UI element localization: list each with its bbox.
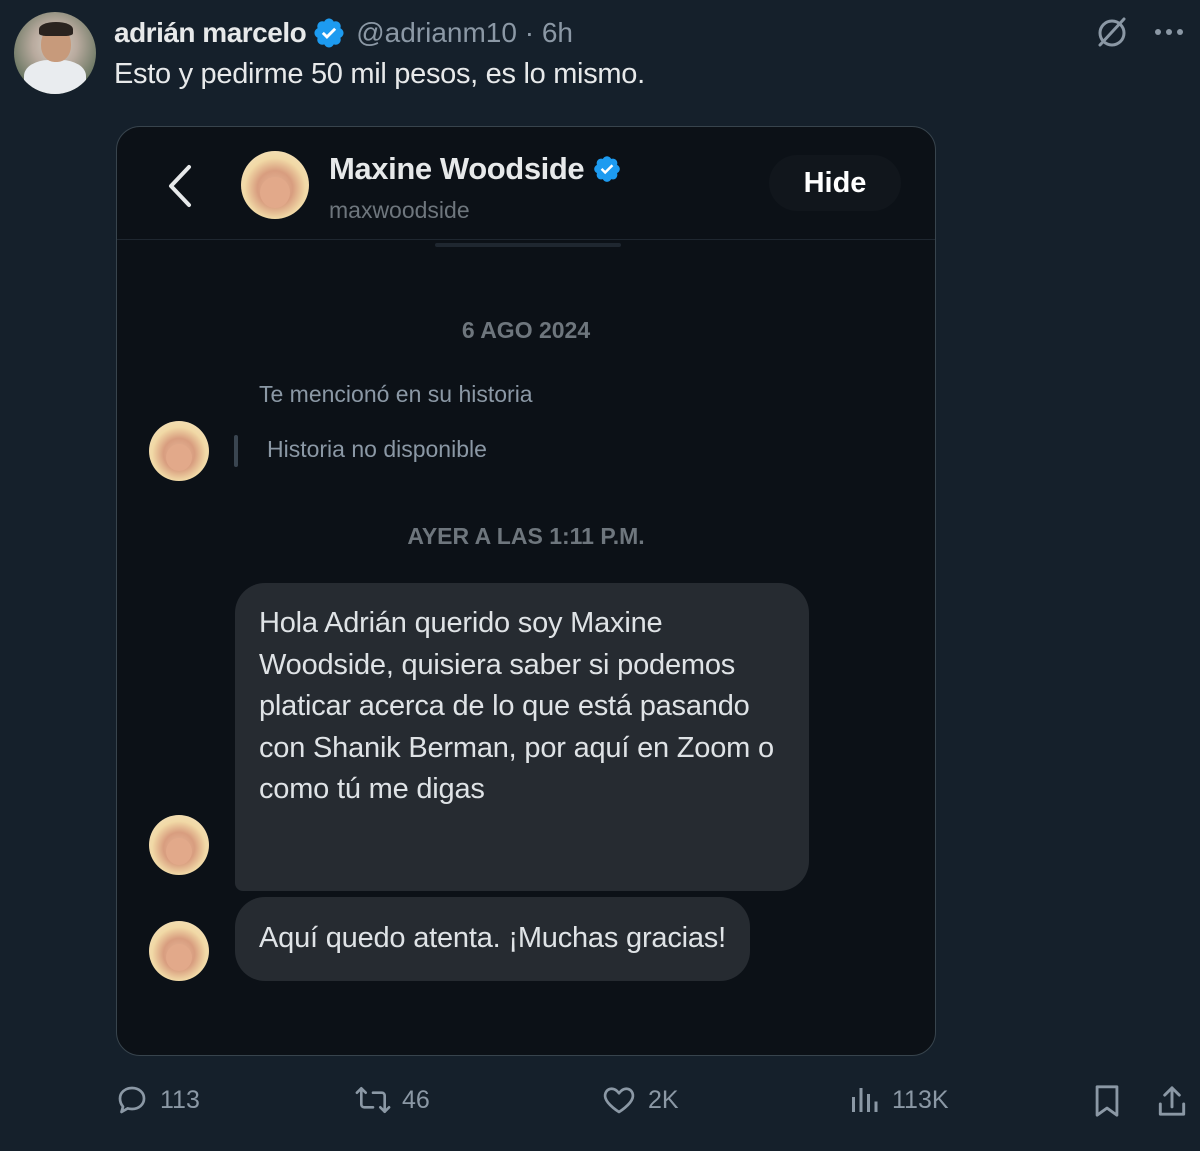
back-arrow-icon[interactable] xyxy=(161,161,201,211)
contact-name[interactable]: Maxine Woodside xyxy=(329,151,585,187)
share-icon xyxy=(1158,1086,1186,1116)
bookmark-button[interactable] xyxy=(1090,1082,1124,1120)
author-avatar[interactable] xyxy=(14,12,96,94)
tweet-text: Esto y pedirme 50 mil pesos, es lo mismo… xyxy=(114,58,645,90)
tweet-actions: 113 46 2K 113K xyxy=(0,1082,1200,1132)
verified-badge-icon xyxy=(594,156,621,182)
repost-button[interactable]: 46 xyxy=(354,1082,430,1118)
date-separator: AYER A LAS 1:11 P.M. xyxy=(407,523,645,549)
message-bubble: Hola Adrián querido soy Maxine Woodside,… xyxy=(235,583,809,891)
message-avatar xyxy=(149,921,209,981)
hide-button[interactable]: Hide xyxy=(769,155,901,211)
author-name[interactable]: adrián marcelo xyxy=(114,17,307,49)
views-button[interactable]: 113K xyxy=(846,1082,949,1118)
like-button[interactable]: 2K xyxy=(600,1082,679,1118)
story-mention-label: Te mencionó en su historia xyxy=(259,381,533,407)
dm-header: Maxine Woodside maxwoodside Hide xyxy=(117,127,935,240)
like-count: 2K xyxy=(648,1085,679,1114)
message-avatar xyxy=(149,421,209,481)
story-reply-bar xyxy=(234,435,238,467)
media-card[interactable]: Maxine Woodside maxwoodside Hide 6 AGO 2… xyxy=(116,126,936,1056)
bookmark-icon xyxy=(1095,1085,1119,1117)
contact-handle: maxwoodside xyxy=(329,197,470,223)
scroll-indicator xyxy=(435,243,621,247)
tweet-time[interactable]: · 6h xyxy=(517,17,573,48)
date-separator: 6 AGO 2024 xyxy=(461,317,591,343)
contact-avatar[interactable] xyxy=(241,151,309,219)
heart-icon xyxy=(603,1087,635,1114)
tweet-header: adrián marcelo @adrianm10 · 6h xyxy=(114,12,573,54)
verified-badge-icon xyxy=(314,18,344,48)
reply-count: 113 xyxy=(160,1085,200,1114)
author-handle[interactable]: @adrianm10 · 6h xyxy=(356,17,573,49)
contact-name-row: Maxine Woodside xyxy=(329,151,622,187)
more-icon[interactable] xyxy=(1152,15,1186,49)
avatar-hair xyxy=(39,22,73,36)
grok-icon[interactable] xyxy=(1094,14,1130,50)
reply-button[interactable]: 113 xyxy=(114,1082,200,1118)
story-unavailable-text: Historia no disponible xyxy=(267,436,487,462)
handle-text[interactable]: @adrianm10 xyxy=(356,17,517,48)
views-icon xyxy=(852,1088,878,1112)
reply-icon xyxy=(118,1086,146,1114)
share-button[interactable] xyxy=(1154,1082,1190,1120)
retweet-icon xyxy=(355,1086,391,1114)
top-right-actions xyxy=(1094,14,1186,50)
message-avatar xyxy=(149,815,209,875)
avatar-shirt xyxy=(24,60,86,94)
view-count: 113K xyxy=(892,1085,949,1114)
message-bubble: Aquí quedo atenta. ¡Muchas gracias! xyxy=(235,897,750,981)
repost-count: 46 xyxy=(402,1085,430,1114)
